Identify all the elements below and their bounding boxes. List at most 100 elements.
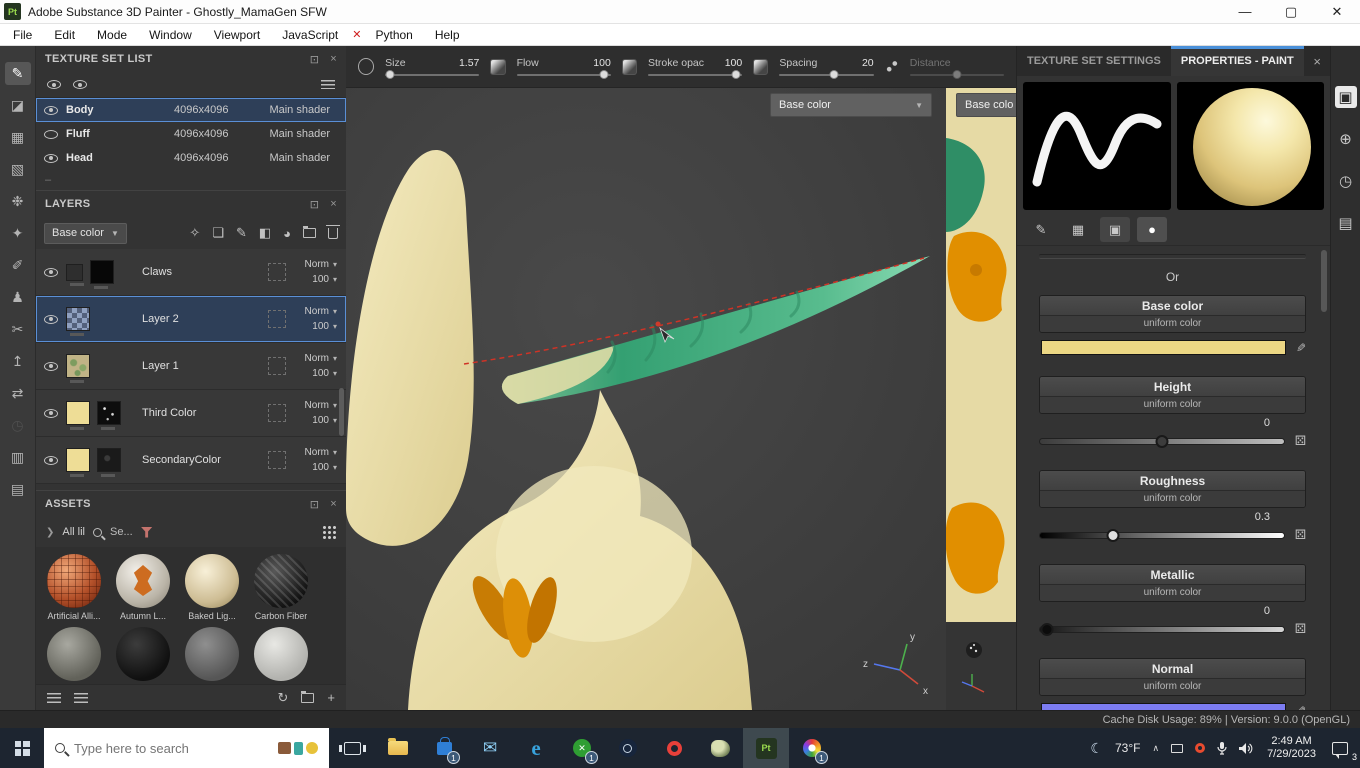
- slider-handle[interactable]: [1106, 528, 1120, 542]
- mask-slot-icon[interactable]: [268, 451, 286, 469]
- tab-texture-set-settings[interactable]: TEXTURE SET SETTINGS: [1017, 46, 1171, 76]
- layer-opacity[interactable]: 100: [312, 415, 329, 426]
- layer-thumbnail[interactable]: [66, 401, 90, 430]
- menu-python[interactable]: Python: [364, 28, 423, 42]
- tray-window-icon[interactable]: [1165, 728, 1189, 768]
- blend-mode[interactable]: Norm: [305, 400, 329, 411]
- brush-stroke-preview[interactable]: [1023, 82, 1171, 210]
- layers-stack-icon[interactable]: ▤: [5, 478, 31, 501]
- layer-opacity[interactable]: 100: [312, 321, 329, 332]
- texture-set-row[interactable]: Fluff 4096x4096 Main shader: [36, 122, 346, 146]
- menu-help[interactable]: Help: [424, 28, 471, 42]
- eye-icon[interactable]: [44, 267, 58, 277]
- texture-set-row[interactable]: Head 4096x4096 Main shader: [36, 146, 346, 170]
- add-smart-material-icon[interactable]: ◕: [283, 226, 291, 241]
- base-color-swatch[interactable]: [1041, 340, 1286, 355]
- store-button[interactable]: 1: [421, 728, 467, 768]
- add-asset-icon[interactable]: +: [327, 690, 335, 705]
- assets-scope-label[interactable]: All lil: [62, 526, 85, 538]
- filter-funnel-icon[interactable]: [140, 526, 153, 538]
- menu-file[interactable]: File: [2, 28, 43, 42]
- material-subtab-icon[interactable]: ●: [1137, 217, 1167, 242]
- material-sphere-thumbnail[interactable]: [254, 554, 308, 608]
- menu-mode[interactable]: Mode: [86, 28, 138, 42]
- scrollbar-thumb[interactable]: [1321, 250, 1327, 312]
- add-paint-layer-icon[interactable]: ✎: [236, 225, 247, 241]
- material-sphere-thumbnail[interactable]: [47, 554, 101, 608]
- close-button[interactable]: ✕: [1314, 0, 1360, 23]
- start-button[interactable]: [0, 728, 44, 768]
- close-panel-icon[interactable]: ×: [330, 498, 337, 510]
- asset-item[interactable]: Autumn L...: [110, 554, 176, 621]
- eyedropper-icon[interactable]: ✎: [1296, 341, 1306, 355]
- detail-view-icon[interactable]: [74, 692, 88, 703]
- tray-opera-icon[interactable]: [1189, 728, 1211, 768]
- stroke-opacity-value[interactable]: 100: [725, 57, 743, 69]
- log-icon[interactable]: ▤: [1335, 212, 1357, 234]
- dock-icon[interactable]: ⊡: [310, 498, 320, 511]
- menu-viewport[interactable]: Viewport: [203, 28, 271, 42]
- minimize-button[interactable]: —: [1222, 0, 1268, 23]
- eye-icon[interactable]: [44, 455, 58, 465]
- panel-menu-icon[interactable]: [321, 80, 335, 89]
- display-settings-icon[interactable]: ▣: [1334, 86, 1357, 108]
- taskbar-search[interactable]: [44, 728, 329, 768]
- eye-icon[interactable]: [44, 408, 58, 418]
- layer-row[interactable]: Third Color Norm ▾ 100 ▾: [36, 390, 346, 437]
- microphone-icon[interactable]: [1211, 728, 1233, 768]
- paint-app-button[interactable]: 1: [789, 728, 835, 768]
- asset-item[interactable]: Artificial Alli...: [41, 554, 107, 621]
- height-slider[interactable]: [1039, 434, 1285, 448]
- open-folder-icon[interactable]: [301, 690, 315, 703]
- viewport-2d-channel-dropdown[interactable]: Base colo: [956, 93, 1016, 117]
- history-icon[interactable]: ◷: [1335, 170, 1357, 192]
- material-sphere-thumbnail[interactable]: [47, 627, 101, 681]
- visibility-eye-icon[interactable]: [47, 80, 61, 89]
- pen-pressure-icon[interactable]: [621, 58, 637, 75]
- eye-icon[interactable]: [44, 129, 58, 139]
- asset-item[interactable]: [41, 627, 107, 681]
- asset-item[interactable]: [179, 627, 245, 681]
- blend-mode[interactable]: Norm: [305, 447, 329, 458]
- bake-icon[interactable]: ◷: [5, 414, 31, 437]
- viewport-3d-render[interactable]: z y x: [346, 88, 946, 710]
- volume-icon[interactable]: [1233, 728, 1259, 768]
- size-slider[interactable]: [385, 70, 480, 79]
- blend-mode[interactable]: Norm: [305, 306, 329, 317]
- height-value[interactable]: 0: [1039, 417, 1306, 429]
- pen-pressure-icon[interactable]: [753, 58, 769, 75]
- temperature-label[interactable]: 73°F: [1109, 728, 1146, 768]
- material-preview[interactable]: [1176, 82, 1324, 210]
- mask-slot-icon[interactable]: [268, 263, 286, 281]
- maximize-button[interactable]: ▢: [1268, 0, 1314, 23]
- opera-button[interactable]: [651, 728, 697, 768]
- action-center-button[interactable]: 3: [1324, 728, 1360, 768]
- solo-eye-icon[interactable]: [73, 80, 87, 89]
- layer-row[interactable]: Layer 1 Norm ▾ 100 ▾: [36, 343, 346, 390]
- flow-value[interactable]: 100: [593, 57, 611, 69]
- close-panel-icon[interactable]: ×: [330, 53, 337, 65]
- grid-view-icon[interactable]: [322, 525, 336, 539]
- shelf-icon[interactable]: ▥: [5, 446, 31, 469]
- task-view-button[interactable]: [329, 728, 375, 768]
- refresh-icon[interactable]: ↻: [278, 690, 289, 706]
- scrollbar-thumb[interactable]: [339, 388, 344, 436]
- sync-icon[interactable]: ⇄: [5, 382, 31, 405]
- layer-thumbnail[interactable]: [90, 260, 114, 289]
- material-sphere-thumbnail[interactable]: [185, 554, 239, 608]
- asset-item[interactable]: [110, 627, 176, 681]
- size-value[interactable]: 1.57: [459, 57, 479, 69]
- material-sphere-thumbnail[interactable]: [116, 554, 170, 608]
- slider-handle[interactable]: [829, 70, 839, 79]
- night-light-moon-icon[interactable]: ☾: [1084, 728, 1109, 768]
- close-panel-icon[interactable]: ×: [330, 198, 337, 210]
- add-effect-icon[interactable]: ✧: [189, 225, 200, 241]
- layer-opacity[interactable]: 100: [312, 274, 329, 285]
- asset-item[interactable]: Baked Lig...: [179, 554, 245, 621]
- add-layer-icon[interactable]: ❏: [212, 225, 224, 241]
- asset-item[interactable]: [248, 627, 314, 681]
- asset-item[interactable]: Carbon Fiber: [248, 554, 314, 621]
- add-folder-icon[interactable]: [303, 226, 316, 238]
- menu-window[interactable]: Window: [138, 28, 203, 42]
- layer-thumbnail[interactable]: [66, 448, 90, 477]
